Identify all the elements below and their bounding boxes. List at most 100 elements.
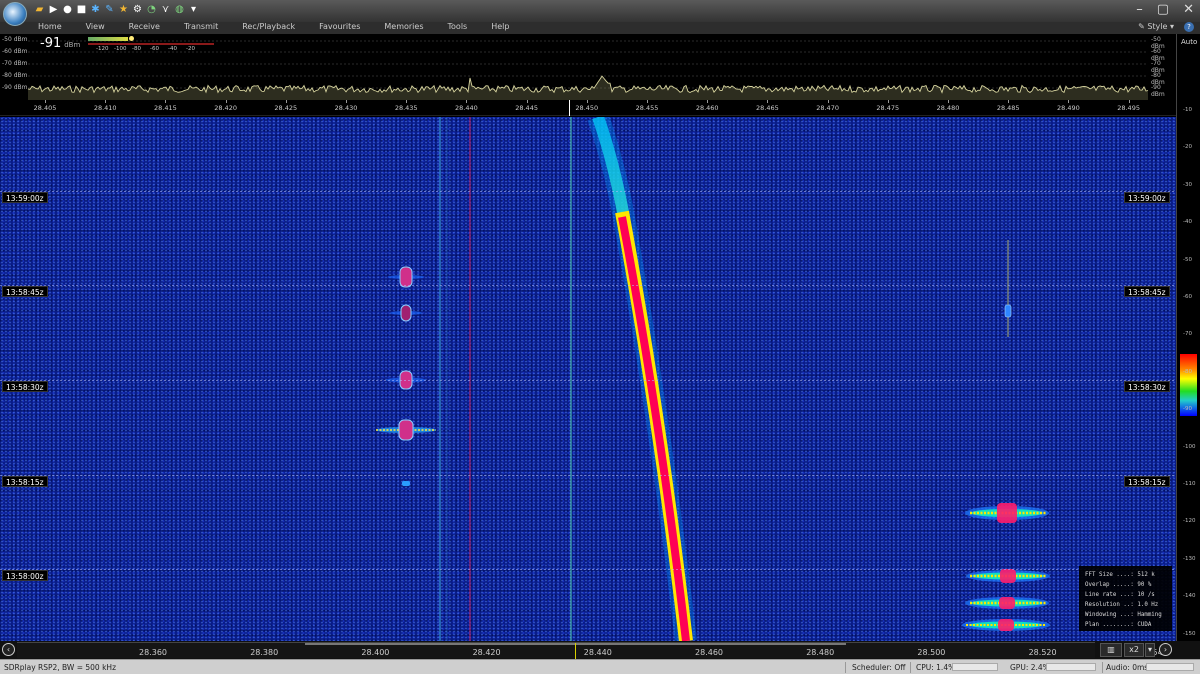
fft-info-line: Resolution ..: 1.0 Hz: [1085, 602, 1159, 608]
tab-help[interactable]: Help: [491, 22, 509, 31]
spectrum-y-label: -60 dBm: [2, 48, 28, 55]
style-dropdown[interactable]: ✎ Style ▾: [1138, 22, 1174, 31]
s-meter-peak: [129, 36, 134, 41]
s-meter-bar: [88, 37, 128, 41]
clock-icon[interactable]: ◔: [146, 4, 157, 15]
ruler-tick: [165, 100, 167, 103]
help-icon[interactable]: ?: [1184, 22, 1194, 32]
bluetooth-icon[interactable]: ✱: [90, 4, 101, 15]
ruler-frequency-label: 28.440: [455, 104, 478, 112]
tab-view[interactable]: View: [86, 22, 105, 31]
overview-frequency-label: 28.520: [1028, 648, 1057, 657]
maximize-icon[interactable]: ▢: [1157, 2, 1169, 17]
overview-frequency-label: 28.460: [695, 648, 723, 657]
db-scale-label: -30: [1183, 181, 1192, 188]
time-label-left: 13:59:00z: [2, 192, 48, 203]
db-scale-label: -140: [1183, 593, 1196, 600]
zoom-dropdown-icon[interactable]: ▾: [1145, 643, 1155, 657]
db-scale-label: -130: [1183, 555, 1196, 562]
burst-group-right: [962, 503, 1050, 631]
brush-icon: ✎: [1138, 22, 1148, 31]
close-icon[interactable]: ✕: [1183, 2, 1194, 17]
overview-frequency-track[interactable]: 28.360 28.380 28.400 28.420 28.440 28.460 28.4…: [17, 642, 1168, 659]
tab-memories[interactable]: Memories: [384, 22, 423, 31]
ruler-frequency-label: 28.405: [33, 104, 57, 112]
time-label-right: 13:58:30z: [1124, 381, 1170, 392]
tab-tools[interactable]: Tools: [448, 22, 468, 31]
tab-home[interactable]: Home: [38, 22, 62, 31]
db-scale-label: -150: [1183, 630, 1196, 637]
tuning-cursor[interactable]: [569, 100, 570, 116]
ruler-frequency-label: 28.445: [515, 104, 538, 112]
ruler-tick: [346, 100, 347, 103]
spectrum-frequency-ruler[interactable]: 28.405 28.410 28.415 28.420 28.425 28.430 28.4…: [0, 100, 1176, 116]
scroll-left-icon[interactable]: ‹: [2, 643, 15, 656]
waterfall-display[interactable]: 13:59:00z 13:58:45z 13:58:30z 13:58:15z …: [0, 117, 1176, 641]
tab-receive[interactable]: Receive: [129, 22, 160, 31]
ruler-tick: [1128, 100, 1130, 103]
quick-access-toolbar: ▰ ▶ ● ■ ✱ ✎ ★ ⚙ ◔ ⋎ ◍ ▾: [34, 4, 199, 19]
signal-level-readout: -91 dBm: [40, 36, 80, 51]
status-separator: [845, 662, 846, 673]
overview-frequency-label: 28.420: [472, 648, 501, 657]
auto-scale-button[interactable]: Auto: [1181, 38, 1197, 46]
spectrum-display[interactable]: -50 dBm -60 dBm -70 dBm -80 dBm -90 dBm …: [0, 34, 1176, 100]
tab-favourites[interactable]: Favourites: [319, 22, 360, 31]
ruler-tick: [827, 100, 829, 103]
time-grid-line: [0, 475, 1176, 476]
ruler-tick: [406, 100, 408, 103]
s-meter-scale-track: [88, 43, 214, 45]
gpu-usage-bar: [1046, 663, 1096, 671]
scheduler-status[interactable]: Scheduler: Off: [852, 663, 905, 672]
menu-tabs: Home View Receive Transmit Rec/Playback …: [38, 22, 533, 31]
db-scale-label: -110: [1183, 481, 1196, 487]
antenna-icon[interactable]: ⋎: [160, 4, 171, 15]
ruler-tick: [647, 100, 648, 103]
db-scale-label: -90: [1183, 406, 1192, 413]
overview-frequency-label: 28.360: [139, 648, 167, 657]
star-icon[interactable]: ★: [118, 4, 129, 15]
ruler-frequency-label: 28.415: [154, 104, 177, 112]
bottom-frequency-ruler: ‹ 28.360 28.380 28.400 28.420 28.440 28.460 28…: [0, 641, 1200, 659]
ruler-frequency-label: 28.470: [816, 104, 839, 112]
s-meter-ticks: -120 -100 -80 -60 -40 -20: [96, 46, 204, 52]
style-label: Style: [1147, 22, 1168, 31]
tab-rec-playback[interactable]: Rec/Playback: [242, 22, 295, 31]
db-scale-panel[interactable]: Auto -10 -20 -30 -40 -50 -60 -70 -80 -90 -100 -110…: [1176, 34, 1200, 641]
ruler-tick: [707, 100, 709, 103]
wrench-icon[interactable]: ✎: [104, 4, 115, 15]
minimize-icon[interactable]: –: [1136, 2, 1143, 17]
spectrum-y-label: -50 dBm: [2, 36, 28, 43]
time-label-left: 13:58:00z: [2, 570, 48, 581]
globe-icon[interactable]: ◍: [174, 4, 185, 15]
db-scale-label: -10: [1183, 107, 1192, 113]
customize-dropdown-icon[interactable]: ▾: [188, 4, 199, 15]
play-icon[interactable]: ▶: [48, 4, 59, 15]
status-bar: SDRplay RSP2, BW = 500 kHz Scheduler: Of…: [0, 659, 1200, 674]
overview-frequency-label: 28.400: [361, 648, 390, 657]
device-status: SDRplay RSP2, BW = 500 kHz: [4, 663, 117, 672]
snapshot-icon[interactable]: ▥: [1100, 643, 1122, 657]
scroll-right-icon[interactable]: ›: [1159, 643, 1172, 656]
signal-level-unit: dBm: [64, 41, 81, 49]
time-label-left: 13:58:30z: [2, 381, 48, 392]
ruler-tick: [767, 100, 769, 103]
ruler-tick: [948, 100, 949, 103]
record-icon[interactable]: ●: [62, 4, 73, 15]
status-separator: [1102, 662, 1103, 673]
time-label-left: 13:58:45z: [2, 286, 48, 297]
cpu-usage-bar: [952, 663, 998, 671]
db-scale-label: -70: [1183, 331, 1192, 338]
app-logo-button[interactable]: [3, 2, 27, 26]
zoom-selector[interactable]: x2: [1124, 643, 1144, 657]
db-scale-label: -40: [1183, 219, 1192, 226]
ruler-frequency-label: 28.450: [575, 104, 599, 112]
s-meter-tick: -60: [150, 46, 159, 52]
tab-transmit[interactable]: Transmit: [184, 22, 218, 31]
db-scale-label: -50: [1183, 256, 1192, 263]
db-scale-label: -20: [1183, 144, 1192, 151]
stop-icon[interactable]: ■: [76, 4, 87, 15]
scanner-icon[interactable]: ⚙: [132, 4, 143, 15]
audio-latency-bar: [1146, 663, 1194, 671]
open-folder-icon[interactable]: ▰: [34, 4, 45, 15]
